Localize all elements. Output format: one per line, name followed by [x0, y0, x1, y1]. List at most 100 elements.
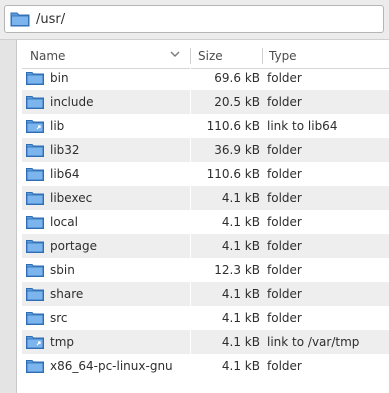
folder-icon [26, 191, 44, 205]
cell-divider [190, 258, 191, 282]
file-size: 12.3 kB [214, 263, 260, 277]
file-name: src [50, 311, 68, 325]
folder-icon [26, 143, 44, 157]
cell-divider [190, 162, 191, 186]
cell-divider [190, 138, 191, 162]
file-type: folder [267, 191, 302, 205]
cell-divider [190, 330, 191, 354]
name-cell: lib32 [22, 138, 190, 162]
cell-divider [190, 114, 191, 138]
file-type: folder [267, 239, 302, 253]
location-entry[interactable]: /usr/ [4, 5, 384, 33]
cell-divider [190, 66, 191, 90]
file-type: link to /var/tmp [267, 335, 360, 349]
file-type: folder [267, 263, 302, 277]
cell-divider [190, 90, 191, 114]
file-size: 36.9 kB [214, 143, 260, 157]
table-row[interactable]: share 4.1 kB folder [22, 282, 389, 306]
file-size: 4.1 kB [221, 311, 260, 325]
table-row[interactable]: libexec 4.1 kB folder [22, 186, 389, 210]
table-row[interactable]: portage 4.1 kB folder [22, 234, 389, 258]
file-name: sbin [50, 263, 75, 277]
column-header-size[interactable]: Size [198, 49, 223, 63]
table-row[interactable]: include 20.5 kB folder [22, 90, 389, 114]
name-cell: portage [22, 234, 190, 258]
column-separator[interactable] [262, 48, 263, 64]
file-size: 69.6 kB [214, 71, 260, 85]
table-row[interactable]: local 4.1 kB folder [22, 210, 389, 234]
file-size: 4.1 kB [221, 287, 260, 301]
file-type: folder [267, 95, 302, 109]
file-name: share [50, 287, 84, 301]
file-size: 20.5 kB [214, 95, 260, 109]
table-row[interactable]: x86_64-pc-linux-gnu 4.1 kB folder [22, 354, 389, 378]
file-name: lib [50, 119, 65, 133]
name-cell: src [22, 306, 190, 330]
table-row[interactable]: sbin 12.3 kB folder [22, 258, 389, 282]
location-path: /usr/ [36, 11, 66, 27]
file-size: 4.1 kB [221, 359, 260, 373]
file-size: 110.6 kB [206, 167, 260, 181]
name-cell: lib64 [22, 162, 190, 186]
file-name: libexec [50, 191, 93, 205]
file-type: folder [267, 71, 302, 85]
folder-icon [26, 71, 44, 85]
table-row[interactable]: bin 69.6 kB folder [22, 66, 389, 90]
file-size: 4.1 kB [221, 215, 260, 229]
folder-icon [10, 11, 30, 27]
cell-divider [190, 354, 191, 378]
file-rows: bin 69.6 kB folder include 20.5 kB folder lib 1… [22, 66, 389, 378]
file-name: x86_64-pc-linux-gnu [50, 359, 173, 373]
folder-link-icon [26, 119, 44, 133]
file-name: lib32 [50, 143, 80, 157]
cell-divider [190, 234, 191, 258]
chevron-down-icon[interactable] [169, 48, 181, 60]
cell-divider [190, 186, 191, 210]
folder-icon [26, 263, 44, 277]
cell-divider [190, 306, 191, 330]
table-row[interactable]: lib 110.6 kB link to lib64 [22, 114, 389, 138]
file-name: portage [50, 239, 97, 253]
table-row[interactable]: tmp 4.1 kB link to /var/tmp [22, 330, 389, 354]
file-type: folder [267, 359, 302, 373]
table-row[interactable]: lib32 36.9 kB folder [22, 138, 389, 162]
column-header-type[interactable]: Type [269, 49, 297, 63]
name-cell: lib [22, 114, 190, 138]
folder-icon [26, 215, 44, 229]
name-cell: tmp [22, 330, 190, 354]
file-type: folder [267, 143, 302, 157]
file-name: bin [50, 71, 69, 85]
table-row[interactable]: lib64 110.6 kB folder [22, 162, 389, 186]
folder-icon [26, 311, 44, 325]
file-name: include [50, 95, 94, 109]
name-cell: share [22, 282, 190, 306]
file-size: 4.1 kB [221, 239, 260, 253]
name-cell: sbin [22, 258, 190, 282]
table-row[interactable]: src 4.1 kB folder [22, 306, 389, 330]
file-size: 4.1 kB [221, 335, 260, 349]
folder-icon [26, 287, 44, 301]
folder-link-icon [26, 335, 44, 349]
file-name: lib64 [50, 167, 80, 181]
cell-divider [190, 282, 191, 306]
folder-icon [26, 359, 44, 373]
file-size: 110.6 kB [206, 119, 260, 133]
name-cell: libexec [22, 186, 190, 210]
name-cell: include [22, 90, 190, 114]
file-list: Name Size Type bin 69.6 kB folder include 20… [22, 44, 389, 393]
column-separator[interactable] [190, 48, 191, 64]
file-manager-window: /usr/ Name Size Type bin 69.6 kB folder inc… [0, 0, 389, 393]
file-type: folder [267, 215, 302, 229]
folder-icon [26, 239, 44, 253]
file-type: folder [267, 167, 302, 181]
sidebar-edge [0, 40, 17, 393]
folder-icon [26, 167, 44, 181]
name-cell: x86_64-pc-linux-gnu [22, 354, 190, 378]
file-type: folder [267, 311, 302, 325]
file-name: tmp [50, 335, 75, 349]
location-bar: /usr/ [0, 0, 389, 40]
name-cell: local [22, 210, 190, 234]
column-header-name[interactable]: Name [30, 49, 65, 63]
cell-divider [190, 210, 191, 234]
file-type: folder [267, 287, 302, 301]
